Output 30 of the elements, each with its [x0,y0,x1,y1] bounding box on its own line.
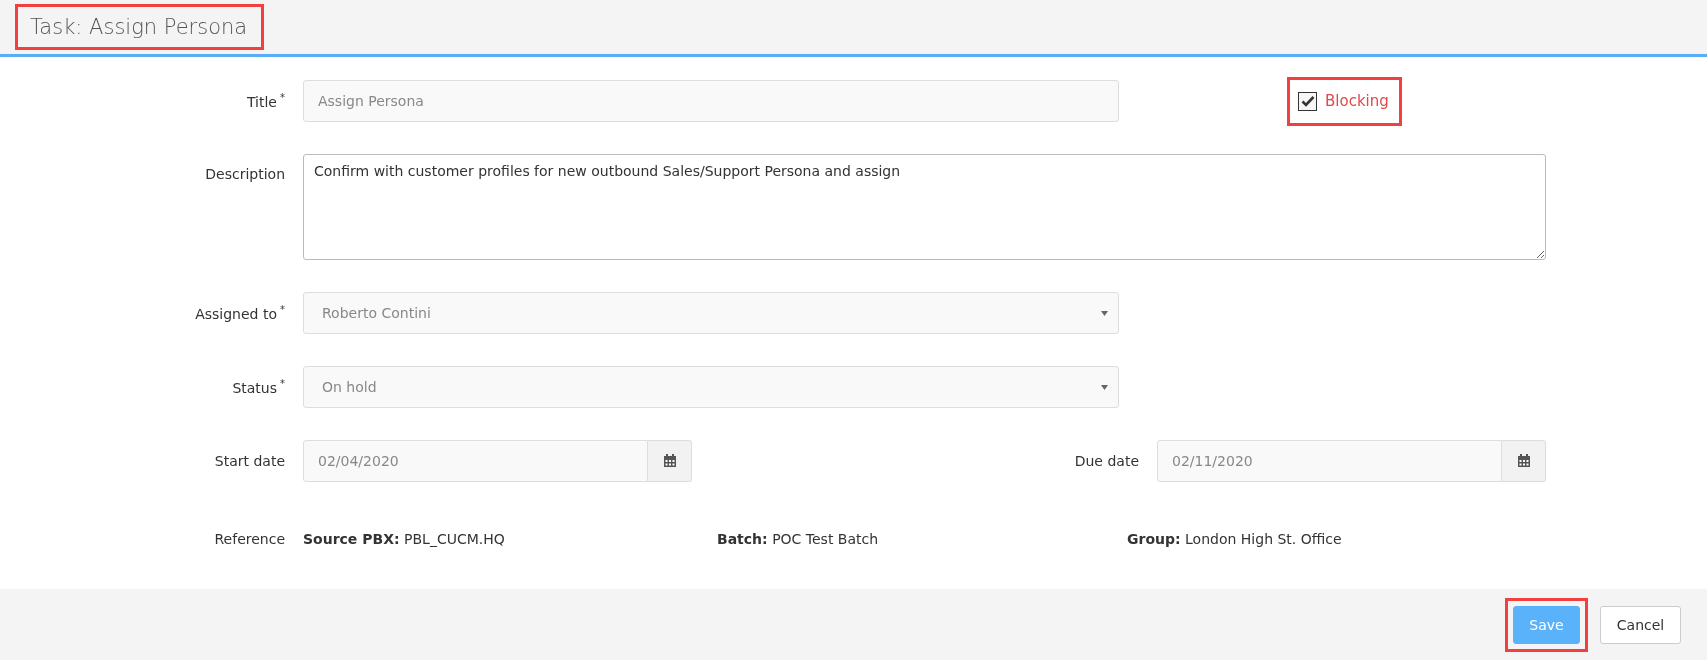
checkbox-label[interactable]: Blocking [1325,92,1389,110]
required-mark: * [280,92,285,104]
caret-icon [1101,310,1108,316]
checkbox[interactable] [1298,91,1317,111]
calendar-button[interactable] [648,440,692,482]
required-mark: * [280,304,285,316]
reference-text: Group: London High St. Office [1127,531,1342,547]
calendar-icon [662,454,677,468]
assignee-dropdown[interactable]: Roberto Contini [303,292,1119,334]
caret-icon [1101,384,1108,390]
reference-text: Batch: POC Test Batch [717,531,880,547]
required-mark: * [280,378,285,390]
reference-text: Source PBX: PBL_CUCM.HQ [303,531,506,547]
date-input[interactable]: 02/11/2020 [1157,440,1502,482]
calendar-button[interactable] [1502,440,1546,482]
title-input[interactable]: Assign Persona [303,80,1119,122]
field-label: Description [204,165,285,182]
date-input[interactable]: 02/04/2020 [303,440,648,482]
save-button[interactable]: Save [1513,605,1580,644]
field-label: Status [232,379,277,396]
field-label: Reference [213,531,285,547]
cancel-button[interactable]: Cancel [1600,605,1681,644]
field-label: Start date [213,453,285,469]
field-label: Assigned to [195,305,277,322]
field-label: Title [247,93,277,110]
status-dropdown[interactable]: On hold [303,366,1119,408]
field-label: Due date [1073,453,1139,469]
description-textarea[interactable]: Confirm with customer profiles for new outbound Sales/Support Persona and assign [303,154,1546,260]
page-title: Task: Assign Persona [30,15,248,39]
calendar-icon [1516,454,1531,468]
